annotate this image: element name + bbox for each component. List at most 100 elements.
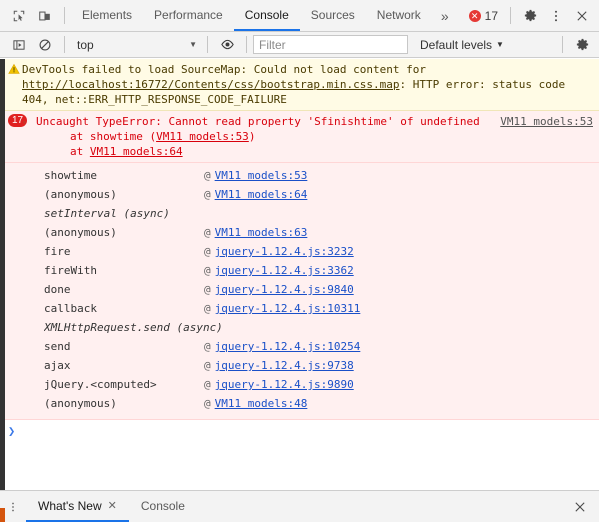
at-symbol: @ [204,378,211,391]
settings-button[interactable] [517,3,543,29]
console-prompt-input[interactable] [15,424,595,438]
close-icon [575,9,589,23]
more-tabs-button[interactable]: » [432,0,458,31]
error-count-value: 17 [484,8,498,23]
stack-frame[interactable]: jQuery.<computed> @ jquery-1.12.4.js:989… [0,375,599,394]
error-at-link[interactable]: VM11 models:64 [90,145,183,158]
console-settings-gear-icon [575,37,590,52]
tab-console[interactable]: Console [233,0,300,31]
drawer-menu-icon [7,500,19,514]
stack-frame-function: callback [44,302,97,315]
inspect-element-button[interactable] [6,3,32,29]
console-left-gutter [0,59,5,490]
stack-frame[interactable]: ajax @ jquery-1.12.4.js:9738 [0,356,599,375]
stack-frame-location[interactable]: jquery-1.12.4.js:10254 [215,337,361,356]
stack-frame-function: done [44,283,71,296]
close-icon [573,500,587,514]
at-symbol: @ [204,359,211,372]
stack-frame-location[interactable]: VM11 models:48 [215,394,308,413]
stack-frame-location[interactable]: VM11 models:53 [215,166,308,185]
execution-context-value: top [77,37,94,52]
live-expression-button[interactable] [214,32,240,58]
stack-frame-function: fire [44,245,71,258]
drawer-tab-whats-new[interactable]: What's New ✕ [26,491,129,522]
stack-frame[interactable]: fireWith @ jquery-1.12.4.js:3362 [0,261,599,280]
error-title: Uncaught TypeError: Cannot read property… [36,115,480,128]
stack-frame-location[interactable]: jquery-1.12.4.js:3232 [215,242,354,261]
stack-frame-location[interactable]: jquery-1.12.4.js:3362 [215,261,354,280]
warning-text: DevTools failed to load SourceMap: Could… [22,63,565,106]
stack-frame-function: jQuery.<computed> [44,378,157,391]
error-at-prefix: at showtime ( [70,130,157,143]
tab-network[interactable]: Network [366,0,432,31]
execution-context-selector[interactable]: top ▼ [71,35,201,54]
stack-frame[interactable]: send @ jquery-1.12.4.js:10254 [0,337,599,356]
stack-frame[interactable]: callback @ jquery-1.12.4.js:10311 [0,299,599,318]
stack-frame[interactable]: showtime @ VM11 models:53 [0,166,599,185]
chevron-down-icon: ▼ [189,40,197,49]
stack-frame-async-label: XMLHttpRequest.send (async) [0,318,599,337]
stack-frame-location[interactable]: jquery-1.12.4.js:9738 [215,356,354,375]
at-symbol: @ [204,245,211,258]
stack-frame[interactable]: (anonymous) @ VM11 models:48 [0,394,599,413]
stack-frame[interactable]: fire @ jquery-1.12.4.js:3232 [0,242,599,261]
console-message-list[interactable]: DevTools failed to load SourceMap: Could… [0,59,599,490]
filter-divider-2 [207,36,208,53]
stack-frame-location[interactable]: jquery-1.12.4.js:10311 [215,299,361,318]
close-devtools-button[interactable] [569,3,595,29]
stack-frame[interactable]: done @ jquery-1.12.4.js:9840 [0,280,599,299]
stack-frame-location[interactable]: jquery-1.12.4.js:9840 [215,280,354,299]
warning-text-part1: DevTools failed to load SourceMap: Could… [22,63,426,76]
stack-frame[interactable]: (anonymous) @ VM11 models:64 [0,185,599,204]
gear-icon [523,8,538,23]
stack-frame-function: ajax [44,359,71,372]
at-symbol: @ [204,397,211,410]
drawer-tab-label: Console [140,498,185,513]
stack-frame-function: fireWith [44,264,97,277]
log-levels-dropdown[interactable]: Default levels ▼ [420,38,504,52]
filter-divider-1 [64,36,65,53]
tab-performance[interactable]: Performance [143,0,234,31]
inspect-element-icon [12,9,26,23]
drawer-tab-console[interactable]: Console [129,491,197,522]
close-drawer-button[interactable] [567,494,593,520]
stack-frame[interactable]: (anonymous) @ VM11 models:63 [0,223,599,242]
stack-frame-function: XMLHttpRequest.send (async) [44,321,223,334]
device-toolbar-icon [38,9,52,23]
expand-triangle-icon[interactable]: ▾ [22,115,27,130]
main-menu-button[interactable] [543,3,569,29]
error-count-indicator[interactable]: ✕ 17 [463,9,504,23]
drawer-tab-bar: What's New ✕ Console [0,490,599,522]
stack-frame-location[interactable]: jquery-1.12.4.js:9890 [215,375,354,394]
toolbar-divider-2 [510,7,511,24]
stack-frame-function: send [44,340,71,353]
console-error-message[interactable]: 17 VM11 models:53 ▾ Uncaught TypeError: … [0,111,599,163]
chevron-down-icon: ▼ [496,40,504,49]
filter-input[interactable] [253,35,408,54]
toolbar-right-group: ✕ 17 [463,3,599,29]
tab-elements[interactable]: Elements [71,0,143,31]
at-symbol: @ [204,226,211,239]
clear-console-button[interactable] [32,32,58,58]
console-warning-message[interactable]: DevTools failed to load SourceMap: Could… [0,59,599,111]
close-icon[interactable]: ✕ [108,499,117,512]
at-symbol: @ [204,264,211,277]
stack-frame-location[interactable]: VM11 models:64 [215,185,308,204]
warning-triangle-icon [8,63,20,75]
device-toolbar-button[interactable] [32,3,58,29]
stack-frame-async-label: setInterval (async) [0,204,599,223]
stack-frame-location[interactable]: VM11 models:63 [215,223,308,242]
console-settings-button[interactable] [569,32,595,58]
console-sidebar-toggle-button[interactable] [6,32,32,58]
error-body: ▾ Uncaught TypeError: Cannot read proper… [22,114,595,159]
tab-sources[interactable]: Sources [300,0,366,31]
prompt-chevron-icon: ❯ [8,424,16,438]
toolbar-divider [64,7,65,24]
sourcemap-url-link[interactable]: http://localhost:16772/Contents/css/boot… [22,78,400,91]
console-prompt-row[interactable]: ❯ [0,420,599,442]
error-circle-icon: ✕ [468,9,481,22]
error-at-link[interactable]: VM11 models:53 [156,130,249,143]
error-at-prefix: at [70,145,90,158]
eye-icon [220,37,235,52]
drawer-tab-label: What's New [38,498,102,513]
